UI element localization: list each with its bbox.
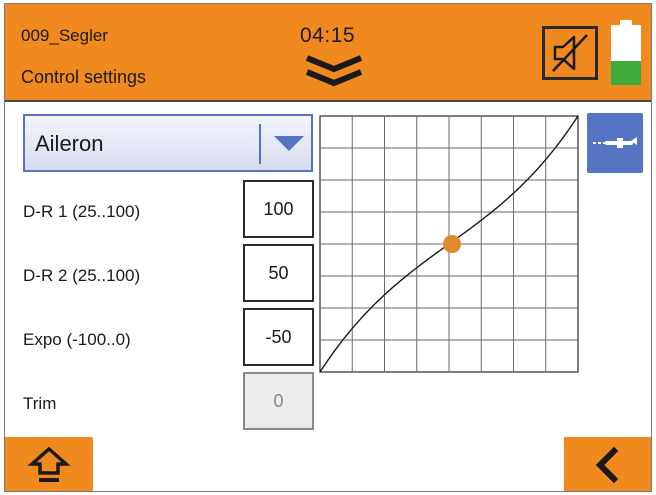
battery-icon — [611, 20, 641, 85]
battery-fill — [611, 61, 641, 85]
back-button[interactable] — [564, 437, 651, 491]
triangle-down-icon — [274, 136, 304, 151]
expo-label: Expo (-100..0) — [23, 330, 131, 349]
double-chevron-down-icon — [305, 55, 363, 87]
header-bar: 009_Segler Control settings 04:15 — [5, 4, 651, 102]
sound-toggle-button[interactable] — [542, 26, 598, 80]
function-dropdown-value: Aileron — [35, 131, 104, 156]
dual-rate-2-input[interactable]: 50 — [243, 244, 314, 302]
aircraft-icon — [593, 137, 637, 148]
clock: 04:15 — [300, 24, 356, 47]
function-dropdown[interactable]: Aileron — [23, 114, 313, 172]
dual-rate-2-label: D-R 2 (25..100) — [23, 266, 141, 285]
screen-title: Control settings — [21, 67, 147, 87]
model-name: 009_Segler — [21, 26, 108, 45]
expo-curve-graph — [319, 115, 579, 373]
aircraft-mode-button[interactable] — [587, 113, 643, 173]
battery-indicator — [610, 20, 642, 86]
home-icon — [27, 446, 71, 482]
expo-input[interactable]: -50 — [243, 308, 314, 366]
stick-position-marker — [443, 235, 461, 253]
home-button[interactable] — [5, 437, 93, 491]
speaker-muted-icon — [552, 34, 588, 72]
chevron-left-icon — [595, 446, 619, 484]
trim-input: 0 — [243, 372, 314, 430]
dropdown-divider — [259, 124, 261, 164]
screen: 009_Segler Control settings 04:15 Ailero — [4, 3, 652, 492]
expand-menu-button[interactable] — [301, 54, 367, 90]
dual-rate-1-input[interactable]: 100 — [243, 180, 314, 238]
dual-rate-1-label: D-R 1 (25..100) — [23, 202, 141, 221]
trim-label: Trim — [23, 394, 57, 413]
